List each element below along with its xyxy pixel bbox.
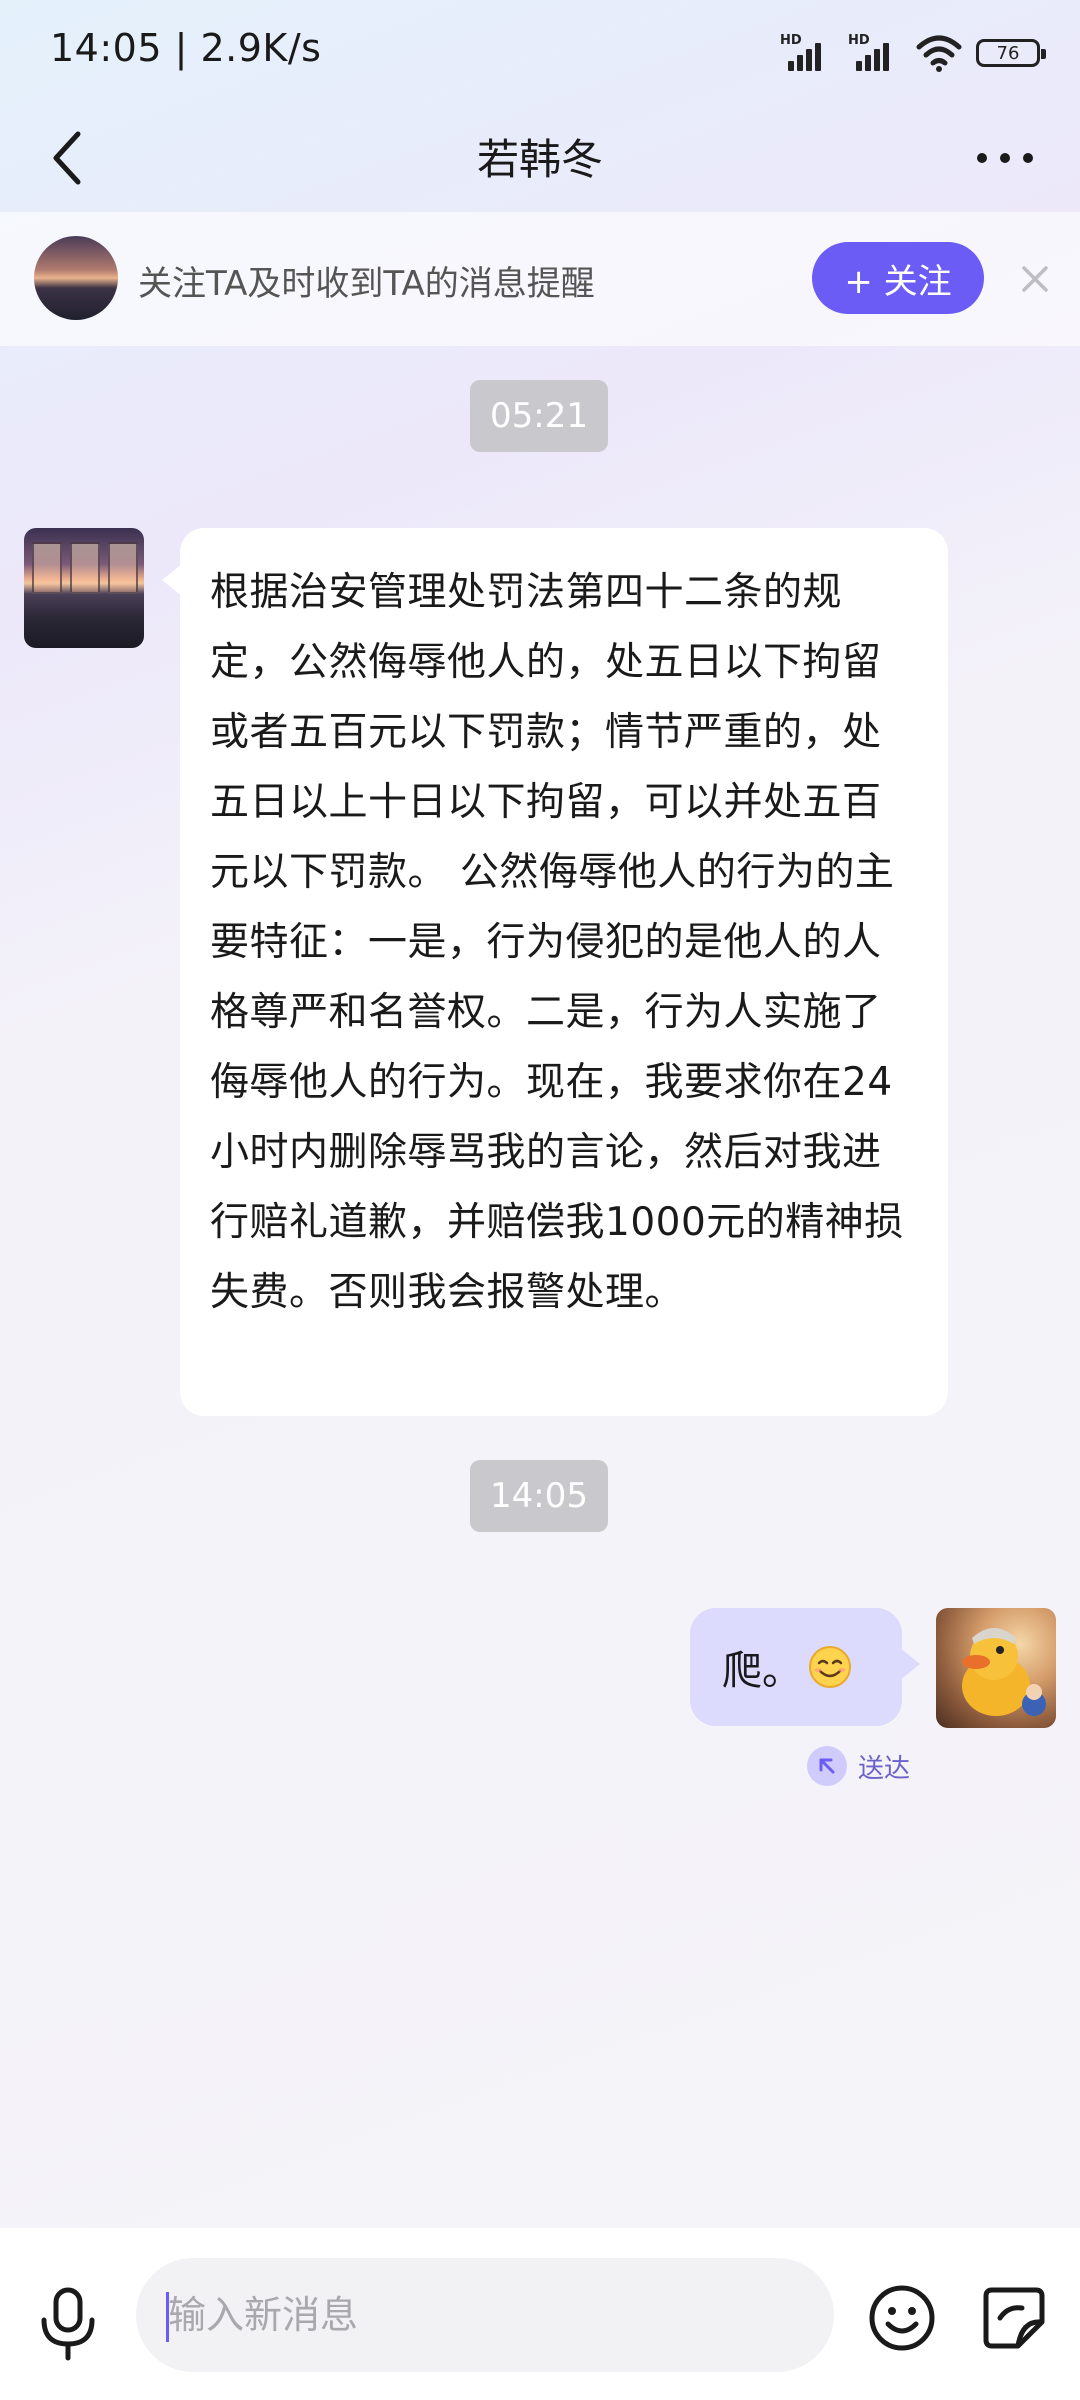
input-bar — [0, 2228, 1080, 2400]
my-avatar[interactable] — [936, 1608, 1056, 1728]
chat-title: 若韩冬 — [476, 135, 603, 184]
sticker-icon — [983, 2287, 1045, 2349]
chat-screen: 14:05 | 2.9K/s HD HD 76 若韩冬 关注TA及时收到TA的消… — [0, 0, 1080, 2400]
contact-avatar[interactable] — [24, 528, 144, 648]
microphone-icon — [41, 2287, 95, 2361]
banner-close-button[interactable] — [1012, 256, 1058, 302]
follow-banner-text: 关注TA及时收到TA的消息提醒 — [138, 264, 595, 304]
status-icons: HD HD 76 — [780, 28, 1046, 78]
message-input[interactable] — [136, 2258, 834, 2372]
battery-level: 76 — [996, 42, 1020, 64]
follow-button[interactable]: + 关注 — [812, 242, 984, 314]
sticker-button[interactable] — [978, 2282, 1050, 2354]
battery-icon: 76 — [976, 39, 1046, 67]
text-cursor — [166, 2292, 169, 2342]
voice-button[interactable] — [34, 2284, 102, 2364]
duck-picture — [962, 1628, 1046, 1716]
incoming-message-text: 根据治安管理处罚法第四十二条的规定，公然侮辱他人的，处五日以下拘留或者五百元以下… — [210, 570, 904, 1315]
smile-emoji-icon — [809, 1646, 851, 1688]
follow-banner: 关注TA及时收到TA的消息提醒 + 关注 — [0, 212, 1080, 346]
outgoing-message-bubble[interactable]: 爬。 — [690, 1608, 920, 1726]
signal-icon-2: HD — [848, 33, 902, 73]
delivered-status: 送达 — [806, 1744, 910, 1788]
close-icon — [1022, 266, 1048, 292]
wifi-icon — [916, 35, 962, 72]
more-dots-icon — [977, 153, 1033, 163]
signal-icon: HD — [780, 33, 834, 73]
smiley-icon — [869, 2285, 935, 2351]
status-bar: 14:05 | 2.9K/s HD HD 76 — [0, 0, 1080, 104]
delivered-arrow-icon — [807, 1746, 847, 1786]
more-options-button[interactable] — [970, 128, 1040, 188]
incoming-message-bubble[interactable]: 根据治安管理处罚法第四十二条的规定，公然侮辱他人的，处五日以下拘留或者五百元以下… — [162, 528, 948, 1416]
chat-header: 若韩冬 — [0, 104, 1080, 212]
banner-avatar[interactable] — [34, 236, 118, 320]
emoji-button[interactable] — [866, 2282, 938, 2354]
status-time: 14:05 | 2.9K/s — [50, 26, 322, 70]
delivered-label: 送达 — [858, 1753, 911, 1784]
timestamp: 14:05 — [470, 1460, 608, 1532]
outgoing-message-text: 爬。 — [722, 1648, 802, 1694]
timestamp: 05:21 — [470, 380, 608, 452]
